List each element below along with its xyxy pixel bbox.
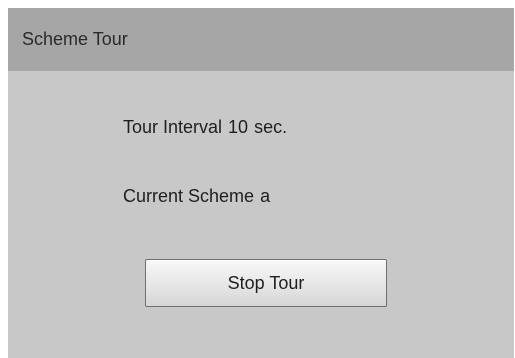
- tour-interval-value: 10: [228, 117, 249, 137]
- tour-interval-row: Tour Interval 10 sec.: [123, 117, 287, 138]
- tour-interval-unit: sec.: [254, 117, 288, 137]
- current-scheme-row: Current Scheme a: [123, 186, 270, 207]
- dialog-header: Scheme Tour: [8, 8, 514, 71]
- scheme-tour-dialog: Scheme Tour Tour Interval 10 sec. Current …: [8, 8, 514, 358]
- current-scheme-label: Current Scheme: [123, 186, 255, 206]
- stop-tour-button[interactable]: Stop Tour: [145, 259, 387, 307]
- current-scheme-value: a: [260, 186, 271, 206]
- dialog-title: Scheme Tour: [22, 29, 128, 49]
- tour-interval-label: Tour Interval: [123, 117, 223, 137]
